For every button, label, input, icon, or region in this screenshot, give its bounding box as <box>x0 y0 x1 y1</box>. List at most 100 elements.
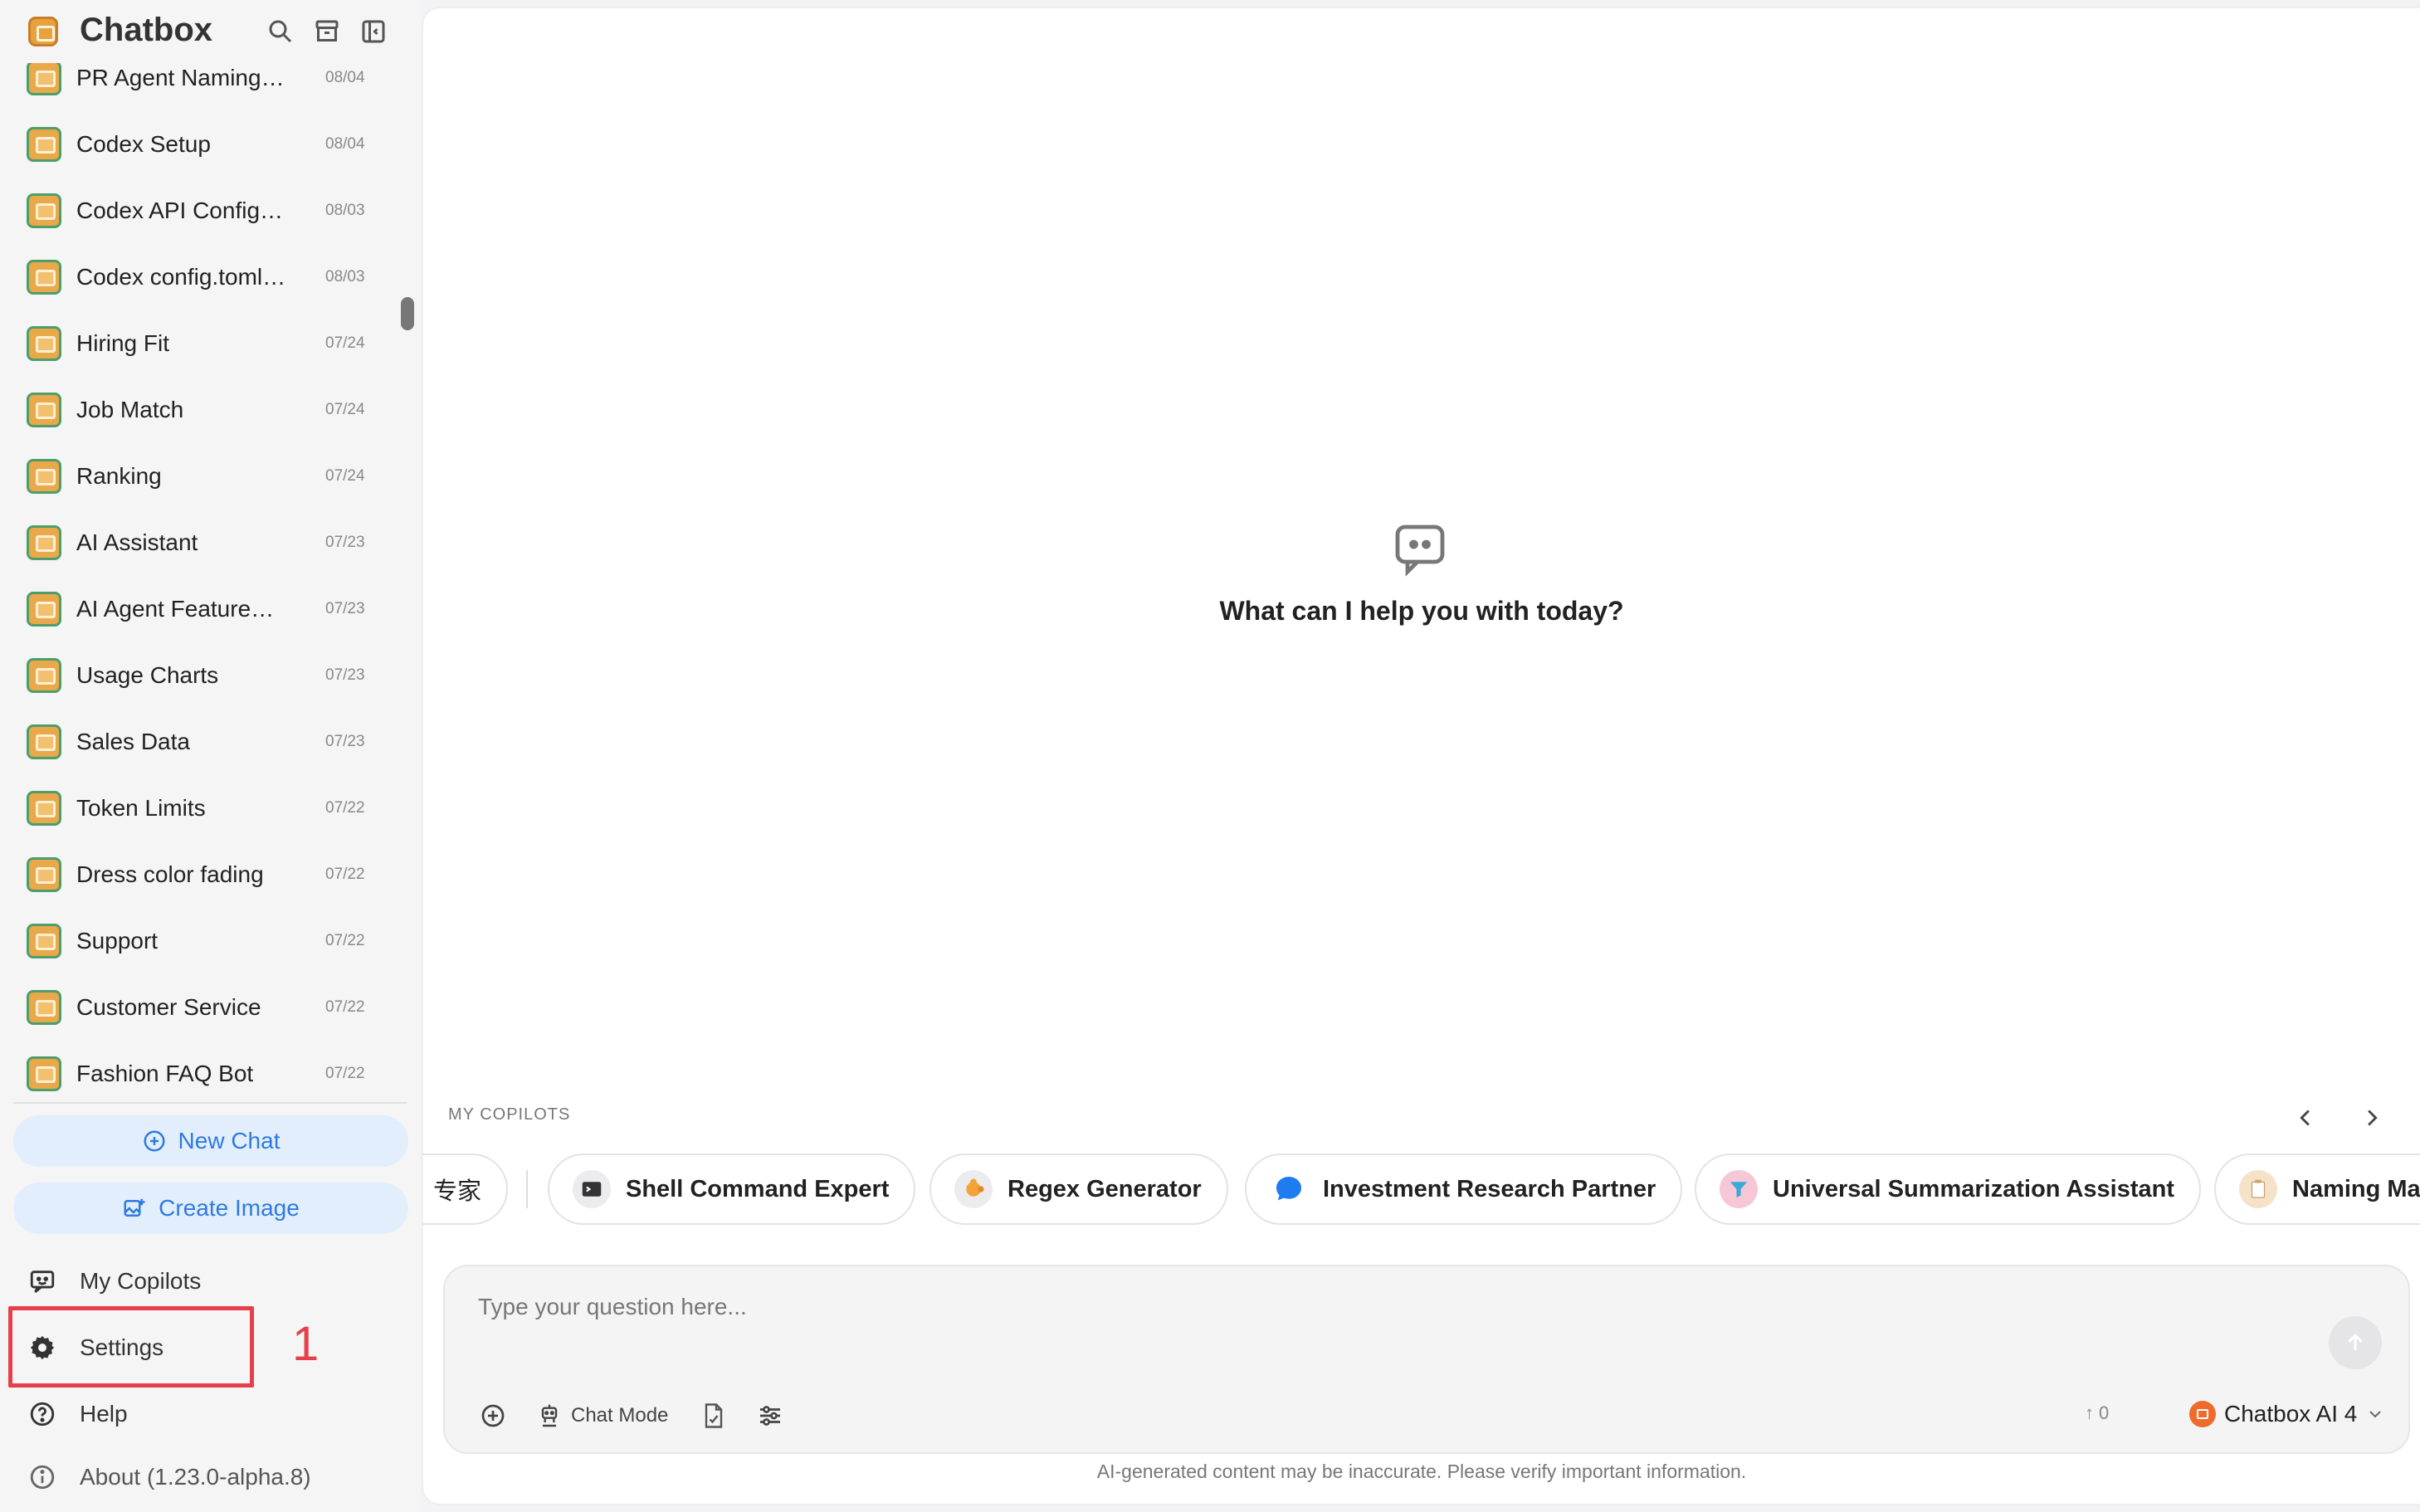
chat-title: Sales Data <box>76 729 190 754</box>
chat-list-scrollbar[interactable] <box>401 297 414 330</box>
chat-date: 07/22 <box>325 998 365 1016</box>
chat-title: Token Limits <box>76 795 206 821</box>
search-icon[interactable] <box>266 17 295 46</box>
chat-list-item[interactable]: Codex config.toml… 08/03 <box>0 244 398 310</box>
copilots-carousel: 专家 Shell Command Expert Regex Generator … <box>423 1154 2420 1228</box>
new-chat-button[interactable]: New Chat <box>13 1115 408 1167</box>
chat-date: 07/23 <box>325 600 365 617</box>
clipboard-icon <box>2239 1170 2277 1208</box>
chat-date: 07/24 <box>325 467 365 485</box>
chat-date: 07/23 <box>325 666 365 684</box>
chat-date: 07/24 <box>325 401 365 418</box>
chevron-left-icon[interactable] <box>2292 1104 2320 1132</box>
disclaimer-text: AI-generated content may be inaccurate. … <box>1096 1461 1747 1482</box>
app-title: Chatbox <box>80 12 212 48</box>
chat-date: 07/22 <box>325 866 365 883</box>
gear-icon <box>30 1335 55 1360</box>
chat-title: Fashion FAQ Bot <box>76 1061 254 1086</box>
chat-bubble-icon <box>1390 519 1450 579</box>
chat-title: Customer Service <box>76 994 261 1020</box>
chat-title: AI Agent Feature… <box>76 596 275 622</box>
chat-list-item[interactable]: Ranking 07/24 <box>0 443 398 510</box>
sidebar-item-my-copilots[interactable]: My Copilots <box>13 1252 403 1310</box>
my-copilots-label: My Copilots <box>80 1268 202 1294</box>
chat-list-item[interactable]: Job Match 07/24 <box>0 377 398 443</box>
copilot-chip-naming[interactable]: Naming Ma <box>2214 1154 2420 1225</box>
chat-list[interactable]: PR Agent Naming… 08/04 Codex Setup 08/04 Cod… <box>0 50 398 1104</box>
chat-icon <box>27 724 61 759</box>
sidebar-header: Chatbox <box>0 0 420 63</box>
funnel-icon <box>1720 1170 1758 1208</box>
chat-title: Codex config.toml… <box>76 264 286 290</box>
copilot-chip-investment-research-partner[interactable]: Investment Research Partner <box>1245 1154 1683 1225</box>
send-button[interactable] <box>2329 1316 2382 1369</box>
sidebar-item-settings[interactable]: Settings <box>13 1319 403 1377</box>
collapse-sidebar-icon[interactable] <box>359 17 388 46</box>
chat-list-item[interactable]: Support 07/22 <box>0 908 398 974</box>
chat-list-item[interactable]: Dress color fading 07/22 <box>0 841 398 908</box>
chat-list-item[interactable]: AI Agent Feature… 07/23 <box>0 576 398 642</box>
copilot-name: Regex Generator <box>1008 1175 1202 1202</box>
chat-list-item[interactable]: Token Limits 07/22 <box>0 775 398 841</box>
copilot-chip-shell-command-expert[interactable]: Shell Command Expert <box>548 1154 916 1225</box>
chat-bubble-icon <box>1270 1170 1308 1208</box>
chevron-right-icon[interactable] <box>2357 1104 2385 1132</box>
chat-icon <box>27 393 61 427</box>
chat-title: Codex Setup <box>76 131 211 157</box>
chat-mode-button[interactable]: Chat Mode <box>536 1401 668 1431</box>
archive-icon[interactable] <box>312 17 342 46</box>
chat-date: 07/24 <box>325 334 365 352</box>
about-label: About (1.23.0-alpha.8) <box>80 1464 311 1490</box>
copilot-chip-regex-generator[interactable]: Regex Generator <box>929 1154 1228 1225</box>
copilot-chip[interactable]: 专家 <box>423 1154 509 1225</box>
chat-icon <box>27 791 61 826</box>
chatbox-logo-icon <box>28 17 58 46</box>
chat-date: 07/22 <box>325 799 365 817</box>
chat-date: 07/22 <box>325 932 365 949</box>
chat-list-item[interactable]: Usage Charts 07/23 <box>0 642 398 709</box>
sidebar: PR Agent Naming… 08/04 Codex Setup 08/04 Cod… <box>0 0 420 1512</box>
chat-list-item[interactable]: Sales Data 07/23 <box>0 709 398 775</box>
new-chat-label: New Chat <box>178 1128 281 1154</box>
image-plus-icon <box>124 1198 145 1217</box>
chat-title: Support <box>76 928 159 954</box>
arrow-up-icon <box>2348 1334 2363 1350</box>
chat-date: 08/04 <box>325 69 365 86</box>
chat-title: Codex API Config… <box>76 198 284 223</box>
model-selector[interactable]: Chatbox AI 4 <box>2189 1397 2385 1431</box>
message-input[interactable] <box>478 1286 2138 1328</box>
create-image-button[interactable]: Create Image <box>13 1183 408 1234</box>
copilot-name: Universal Summarization Assistant <box>1773 1175 2175 1202</box>
document-icon[interactable] <box>699 1401 729 1431</box>
chat-icon <box>27 61 61 95</box>
help-icon <box>30 1402 55 1427</box>
chat-list-item[interactable]: Hiring Fit 07/24 <box>0 310 398 377</box>
chat-date: 08/03 <box>325 202 365 219</box>
create-image-label: Create Image <box>159 1195 300 1221</box>
chat-list-item[interactable]: Fashion FAQ Bot 07/22 <box>0 1041 398 1104</box>
sidebar-item-about[interactable]: About (1.23.0-alpha.8) <box>13 1448 403 1506</box>
copilots-section-label: MY COPILOTS <box>448 1105 571 1124</box>
model-name: Chatbox AI 4 <box>2224 1401 2358 1427</box>
chat-icon <box>27 592 61 627</box>
chat-icon <box>27 326 61 361</box>
chat-list-item[interactable]: AI Assistant 07/23 <box>0 510 398 576</box>
terminal-icon <box>573 1170 611 1208</box>
annotation-step-number: 1 <box>292 1317 320 1371</box>
chat-list-item[interactable]: Customer Service 07/22 <box>0 974 398 1041</box>
chat-list-item[interactable]: Codex Setup 08/04 <box>0 111 398 178</box>
sliders-icon[interactable] <box>755 1401 785 1431</box>
copilot-chip-universal-summarization-assistant[interactable]: Universal Summarization Assistant <box>1695 1154 2202 1225</box>
arrow-up-small-icon: ↑ <box>2085 1402 2094 1423</box>
sidebar-divider <box>13 1102 407 1104</box>
add-attachment-icon[interactable] <box>478 1401 508 1431</box>
chatbox-model-icon <box>2189 1401 2216 1427</box>
chat-icon <box>27 924 61 958</box>
info-icon <box>30 1465 55 1490</box>
sidebar-item-help[interactable]: Help <box>13 1385 403 1443</box>
chat-date: 07/22 <box>325 1065 365 1082</box>
chat-title: AI Assistant <box>76 529 198 555</box>
main-panel: What can I help you with today? MY COPIL… <box>423 8 2420 1504</box>
chat-list-item[interactable]: Codex API Config… 08/03 <box>0 178 398 244</box>
robot-icon <box>541 1404 558 1427</box>
